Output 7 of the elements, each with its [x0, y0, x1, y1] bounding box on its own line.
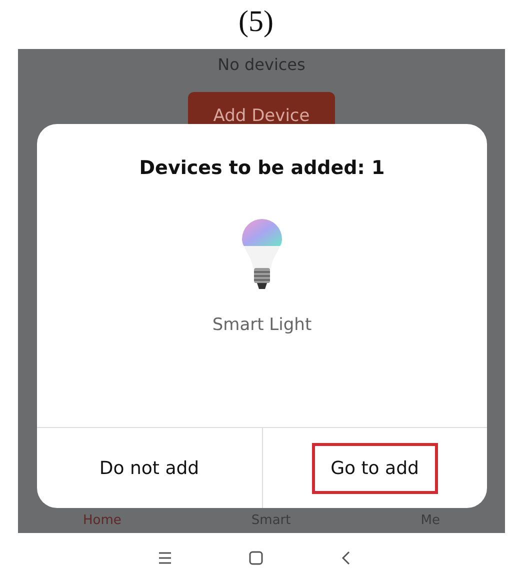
dialog-title: Devices to be added: 1 — [139, 157, 385, 179]
device-name: Smart Light — [212, 315, 312, 335]
figure-caption: (5) — [238, 4, 274, 40]
dialog-button[interactable]: Go to add — [312, 442, 438, 494]
dialog-button[interactable]: Do not add — [80, 442, 218, 494]
empty-message: No devices — [218, 55, 306, 74]
square-icon[interactable] — [246, 549, 265, 567]
